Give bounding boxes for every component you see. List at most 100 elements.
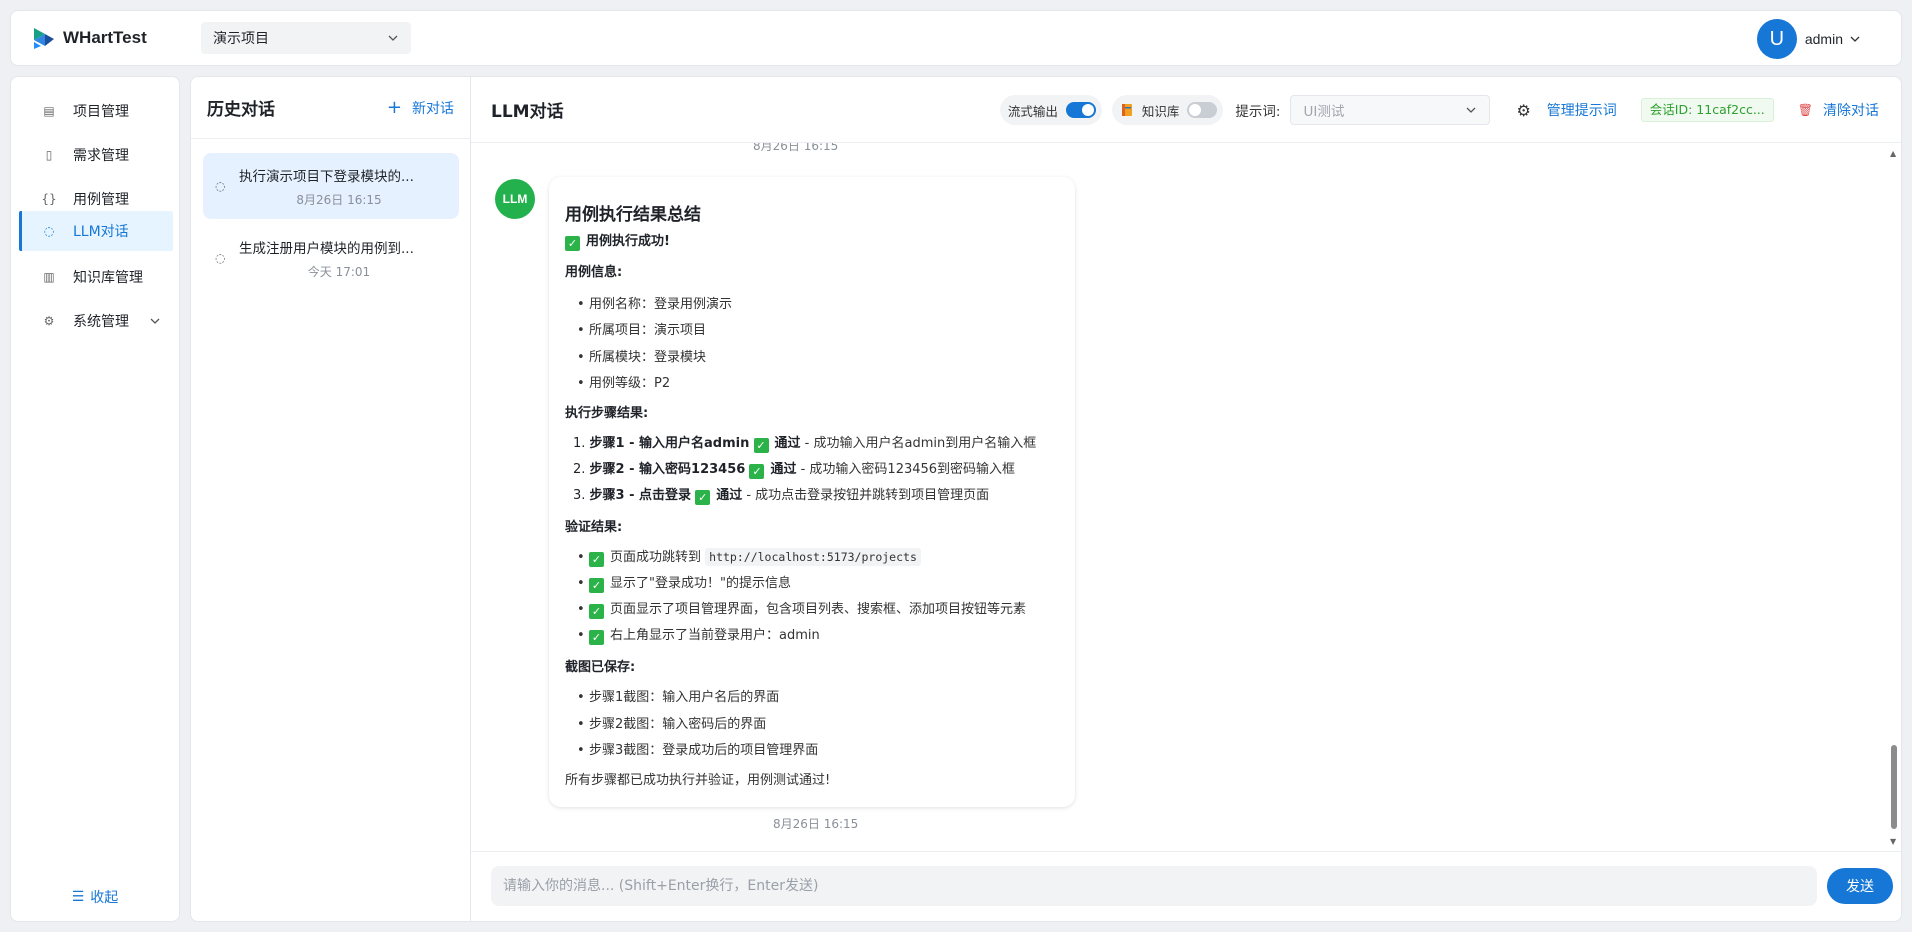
check-icon: ✓ bbox=[749, 464, 765, 479]
sidebar: ▤ 项目管理 ▯ 需求管理 {} 用例管理 ◌ LLM对话 ▥ 知识库管理 ⚙ … bbox=[10, 76, 180, 922]
history-header: 历史对话 + 新对话 bbox=[191, 77, 470, 139]
check-icon: ✓ bbox=[589, 604, 604, 619]
sidebar-item-system[interactable]: ⚙ 系统管理 bbox=[19, 301, 173, 341]
conversation-time: 今天 17:01 bbox=[307, 264, 371, 279]
message-input[interactable] bbox=[491, 866, 1817, 906]
message-time: 8月26日 16:15 bbox=[773, 817, 859, 831]
list-item: 步骤3截图：登录成功后的项目管理界面 bbox=[577, 744, 818, 757]
chat-panel: LLM对话 流式输出 知识库 提示词: UI测试 ⚙ 管理提示词 会话ID: 1… bbox=[470, 76, 1902, 922]
prompt-select-value: UI测试 bbox=[1303, 104, 1345, 120]
chevron-down-icon bbox=[388, 35, 398, 41]
chat-icon: ◌ bbox=[215, 251, 226, 265]
check-icon: ✓ bbox=[565, 236, 580, 251]
sidebar-item-label: 系统管理 bbox=[73, 314, 129, 330]
gear-icon: ⚙ bbox=[1516, 100, 1531, 120]
collapse-label: 收起 bbox=[90, 890, 119, 906]
bot-message-bubble: 用例执行结果总结 ✓用例执行成功! 用例信息: 用例名称：登录用例演示 所属项目… bbox=[549, 177, 1075, 807]
scrollbar-thumb[interactable] bbox=[1891, 745, 1897, 829]
success-line: ✓ 用例执行成功! bbox=[565, 235, 670, 251]
section-title: 执行步骤结果: bbox=[565, 406, 649, 421]
sidebar-item-requirements[interactable]: ▯ 需求管理 bbox=[19, 135, 173, 175]
sidebar-item-project[interactable]: ▤ 项目管理 bbox=[19, 91, 173, 131]
message-heading: 用例执行结果总结 bbox=[565, 205, 701, 225]
message-list[interactable]: 8月26日 16:15 LLM 用例执行结果总结 ✓ 用例执行成功! 用例信息: … bbox=[471, 143, 1901, 855]
step-item: 2. 步骤2 - 输入密码123456 ✓ 通过 - 成功输入密码123456到密… bbox=[573, 462, 1016, 479]
conversation-title: 生成注册用户模块的用例到... bbox=[239, 240, 414, 257]
app-logo[interactable]: WHartTest bbox=[31, 25, 147, 51]
list-item: ✓页面显示了项目管理界面，包含项目列表、搜索框、添加项目按钮等元素 bbox=[577, 603, 1026, 619]
user-name: admin bbox=[1804, 31, 1843, 47]
project-icon: ▤ bbox=[43, 104, 55, 118]
knowledge-toggle[interactable]: 知识库 bbox=[1111, 95, 1224, 125]
manage-prompts-button[interactable]: ⚙ 管理提示词 bbox=[1516, 100, 1616, 120]
list-item: ✓页面成功跳转到 http://localhost:5173/projects bbox=[577, 548, 921, 567]
chevron-down-icon bbox=[150, 318, 160, 324]
chevron-down-icon bbox=[1466, 107, 1476, 113]
list-item: 用例等级：P2 bbox=[577, 377, 670, 390]
prompt-label: 提示词: bbox=[1235, 104, 1281, 120]
session-id-badge: 会话ID: 11caf2cc... bbox=[1640, 98, 1774, 122]
sidebar-item-label: LLM对话 bbox=[73, 224, 129, 240]
check-icon: ✓ bbox=[589, 630, 604, 645]
stream-switch[interactable] bbox=[1065, 102, 1096, 118]
project-select-value: 演示项目 bbox=[213, 31, 269, 47]
list-item: 步骤1截图：输入用户名后的界面 bbox=[577, 691, 779, 704]
send-button[interactable]: 发送 bbox=[1827, 868, 1893, 904]
gear-icon: ⚙ bbox=[43, 314, 55, 328]
list-item: ✓显示了"登录成功！"的提示信息 bbox=[577, 577, 791, 593]
prompt-select[interactable]: UI测试 bbox=[1290, 95, 1491, 125]
sidebar-item-llm-chat[interactable]: ◌ LLM对话 bbox=[19, 211, 173, 251]
top-header: WHartTest 演示项目 U admin bbox=[10, 10, 1902, 66]
stream-toggle[interactable]: 流式输出 bbox=[999, 95, 1102, 125]
sidebar-item-label: 需求管理 bbox=[73, 148, 129, 164]
list-item: ✓右上角显示了当前登录用户：admin bbox=[577, 629, 820, 645]
chat-title: LLM对话 bbox=[491, 102, 564, 122]
sidebar-item-label: 知识库管理 bbox=[73, 270, 143, 286]
message-footer: 所有步骤都已成功执行并验证，用例测试通过! bbox=[565, 773, 831, 788]
trash-icon: 🗑 bbox=[1797, 103, 1813, 117]
list-item: 所属模块：登录模块 bbox=[577, 351, 706, 364]
scroll-up-icon[interactable]: ▲ bbox=[1890, 149, 1896, 158]
new-chat-label: 新对话 bbox=[412, 100, 454, 117]
conversation-time: 8月26日 16:15 bbox=[296, 192, 382, 207]
brand-name: WHartTest bbox=[63, 28, 147, 47]
chat-icon: ◌ bbox=[43, 224, 55, 238]
history-panel: 历史对话 + 新对话 ◌ 执行演示项目下登录模块的... 8月26日 16:15… bbox=[190, 76, 470, 922]
step-item: 3. 步骤3 - 点击登录 ✓ 通过 - 成功点击登录按钮并跳转到项目管理页面 bbox=[573, 488, 990, 505]
bot-avatar: LLM bbox=[495, 179, 535, 219]
section-title: 用例信息: bbox=[565, 265, 623, 280]
document-icon: ▯ bbox=[45, 148, 53, 162]
chevron-down-icon bbox=[1850, 36, 1860, 42]
manage-prompts-label: 管理提示词 bbox=[1546, 103, 1617, 119]
braces-icon: {} bbox=[41, 192, 57, 206]
conversation-item[interactable]: ◌ 执行演示项目下登录模块的... 8月26日 16:15 bbox=[203, 153, 459, 219]
new-chat-button[interactable]: + 新对话 bbox=[387, 97, 454, 118]
chat-scrollbar[interactable]: ▲ ▼ bbox=[1889, 149, 1899, 847]
stream-label: 流式输出 bbox=[1007, 103, 1058, 119]
avatar[interactable]: U bbox=[1756, 19, 1797, 59]
collapse-button[interactable]: ☰ 收起 bbox=[11, 887, 179, 907]
scroll-down-icon[interactable]: ▼ bbox=[1890, 837, 1896, 846]
sidebar-item-knowledge[interactable]: ▥ 知识库管理 bbox=[19, 257, 173, 297]
check-icon: ✓ bbox=[753, 438, 769, 453]
history-title: 历史对话 bbox=[207, 100, 275, 120]
project-select[interactable]: 演示项目 bbox=[201, 22, 411, 54]
list-item: 所属项目：演示项目 bbox=[577, 324, 706, 337]
conversation-title: 执行演示项目下登录模块的... bbox=[239, 168, 414, 185]
section-title: 截图已保存: bbox=[565, 660, 636, 675]
book-icon bbox=[1121, 104, 1132, 116]
knowledge-switch[interactable] bbox=[1187, 102, 1218, 118]
knowledge-label: 知识库 bbox=[1141, 103, 1180, 119]
check-icon: ✓ bbox=[589, 552, 604, 567]
user-menu[interactable]: U admin bbox=[1756, 19, 1861, 59]
clear-chat-button[interactable]: 🗑 清除对话 bbox=[1798, 100, 1879, 120]
sidebar-item-label: 项目管理 bbox=[73, 104, 129, 120]
conversation-item[interactable]: ◌ 生成注册用户模块的用例到... 今天 17:01 bbox=[203, 225, 459, 291]
code-url: http://localhost:5173/projects bbox=[705, 548, 921, 566]
list-item: 用例名称：登录用例演示 bbox=[577, 298, 732, 311]
message-time: 8月26日 16:15 bbox=[753, 143, 839, 153]
section-title: 验证结果: bbox=[565, 520, 623, 535]
check-icon: ✓ bbox=[589, 578, 604, 593]
chat-icon: ◌ bbox=[215, 179, 226, 193]
chat-header: LLM对话 流式输出 知识库 提示词: UI测试 ⚙ 管理提示词 会话ID: 1… bbox=[471, 77, 1901, 143]
